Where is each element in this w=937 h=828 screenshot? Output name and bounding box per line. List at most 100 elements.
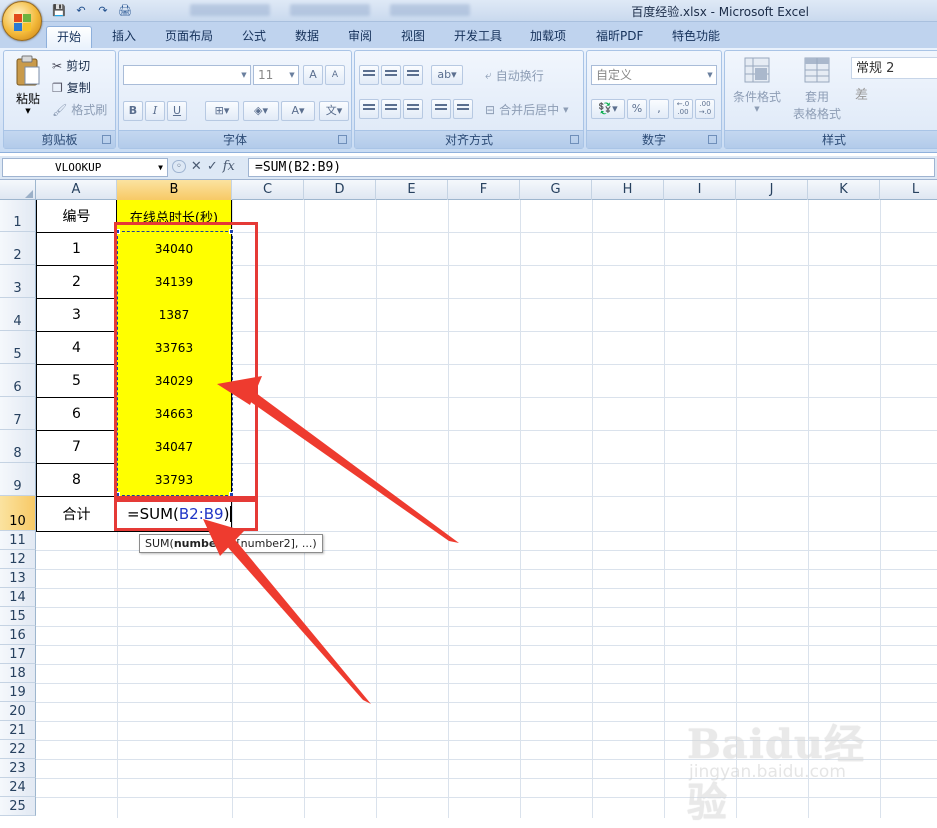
underline-button[interactable]: U — [167, 101, 187, 121]
wrap-text-button[interactable]: ⤶ 自动换行 — [485, 67, 544, 84]
increase-indent-button[interactable] — [453, 99, 473, 119]
row-header-9[interactable]: 9 — [0, 463, 36, 496]
row-header-21[interactable]: 21 — [0, 721, 36, 740]
tab-foxit-pdf[interactable]: 福昕PDF — [586, 26, 653, 48]
row-header-4[interactable]: 4 — [0, 298, 36, 331]
cell-a3[interactable]: 2 — [36, 265, 117, 299]
grow-font-button[interactable]: A — [303, 65, 323, 85]
align-middle-button[interactable] — [381, 65, 401, 85]
chevron-down-icon[interactable]: ▼ — [158, 159, 163, 176]
borders-button[interactable]: ⊞▾ — [205, 101, 239, 121]
row-header-10[interactable]: 10 — [0, 496, 36, 531]
row-header-1[interactable]: 1 — [0, 200, 36, 232]
tab-formulas[interactable]: 公式 — [232, 26, 276, 48]
paste-button[interactable]: 粘贴 ▼ — [10, 55, 46, 125]
row-header-14[interactable]: 14 — [0, 588, 36, 607]
cell-a6[interactable]: 5 — [36, 364, 117, 398]
column-header-j[interactable]: J — [736, 180, 808, 200]
enter-icon[interactable]: ✓ — [207, 159, 218, 174]
column-header-f[interactable]: F — [448, 180, 520, 200]
row-header-8[interactable]: 8 — [0, 430, 36, 463]
row-header-23[interactable]: 23 — [0, 759, 36, 778]
column-header-c[interactable]: C — [232, 180, 304, 200]
italic-button[interactable]: I — [145, 101, 165, 121]
insert-function-icon[interactable]: fx — [223, 159, 235, 174]
number-launcher-icon[interactable] — [708, 135, 717, 144]
phonetic-button[interactable]: 文▾ — [319, 101, 349, 121]
tab-addins[interactable]: 加载项 — [520, 26, 576, 48]
orientation-button[interactable]: ab▾ — [431, 65, 463, 85]
align-center-button[interactable] — [381, 99, 401, 119]
fill-color-button[interactable]: ◈▾ — [243, 101, 279, 121]
number-format-combo[interactable]: 自定义 ▼ — [591, 65, 717, 85]
copy-button[interactable]: ❐ 复制 — [52, 79, 91, 96]
shrink-font-button[interactable]: A — [325, 65, 345, 85]
cell-a5[interactable]: 4 — [36, 331, 117, 365]
row-header-25[interactable]: 25 — [0, 797, 36, 816]
font-size-combo[interactable]: 11 ▼ — [253, 65, 299, 85]
row-header-11[interactable]: 11 — [0, 531, 36, 550]
row-header-7[interactable]: 7 — [0, 397, 36, 430]
row-header-17[interactable]: 17 — [0, 645, 36, 664]
cell-a4[interactable]: 3 — [36, 298, 117, 332]
formula-input[interactable]: =SUM(B2:B9) — [248, 158, 935, 177]
row-header-15[interactable]: 15 — [0, 607, 36, 626]
column-header-k[interactable]: K — [808, 180, 880, 200]
tab-home[interactable]: 开始 — [46, 26, 92, 48]
cell-a2[interactable]: 1 — [36, 232, 117, 266]
tab-review[interactable]: 审阅 — [338, 26, 382, 48]
increase-decimal-button[interactable]: ←.0.00 — [673, 99, 693, 119]
clipboard-launcher-icon[interactable] — [102, 135, 111, 144]
name-box[interactable]: VLOOKUP ▼ — [2, 158, 168, 177]
decrease-indent-button[interactable] — [431, 99, 451, 119]
cell-a7[interactable]: 6 — [36, 397, 117, 431]
font-name-combo[interactable]: ▼ — [123, 65, 251, 85]
percent-button[interactable]: % — [627, 99, 647, 119]
function-argument-tooltip[interactable]: SUM(number1, [number2], ...) — [139, 534, 323, 553]
cell-a8[interactable]: 7 — [36, 430, 117, 464]
office-button[interactable] — [2, 1, 42, 41]
format-painter-button[interactable]: 🖌 格式刷 — [52, 101, 107, 118]
cell-a1[interactable]: 编号 — [36, 200, 117, 233]
cell-a10[interactable]: 合计 — [36, 496, 117, 532]
conditional-formatting-button[interactable]: 条件格式 ▼ — [729, 55, 785, 125]
tab-view[interactable]: 视图 — [391, 26, 435, 48]
row-header-13[interactable]: 13 — [0, 569, 36, 588]
row-header-6[interactable]: 6 — [0, 364, 36, 397]
align-right-button[interactable] — [403, 99, 423, 119]
row-header-19[interactable]: 19 — [0, 683, 36, 702]
column-header-d[interactable]: D — [304, 180, 376, 200]
row-header-12[interactable]: 12 — [0, 550, 36, 569]
row-header-3[interactable]: 3 — [0, 265, 36, 298]
cut-button[interactable]: ✂ 剪切 — [52, 57, 90, 74]
merge-center-button[interactable]: ⊟ 合并后居中 ▼ — [485, 101, 568, 118]
column-header-h[interactable]: H — [592, 180, 664, 200]
cancel-icon[interactable]: ✕ — [191, 159, 202, 174]
row-header-2[interactable]: 2 — [0, 232, 36, 265]
column-header-a[interactable]: A — [36, 180, 117, 200]
formula-bar-resize-icon[interactable]: ◦ — [172, 160, 186, 173]
column-header-g[interactable]: G — [520, 180, 592, 200]
align-top-button[interactable] — [359, 65, 379, 85]
column-header-b[interactable]: B — [117, 180, 232, 200]
row-header-18[interactable]: 18 — [0, 664, 36, 683]
row-header-24[interactable]: 24 — [0, 778, 36, 797]
format-as-table-button[interactable]: 套用 表格格式 — [787, 55, 847, 125]
cell-style-bad[interactable]: 差 — [851, 85, 937, 107]
decrease-decimal-button[interactable]: .00→.0 — [695, 99, 715, 119]
font-color-button[interactable]: A▾ — [281, 101, 315, 121]
tab-insert[interactable]: 插入 — [102, 26, 146, 48]
row-header-5[interactable]: 5 — [0, 331, 36, 364]
alignment-launcher-icon[interactable] — [570, 135, 579, 144]
column-header-l[interactable]: L — [880, 180, 937, 200]
align-left-button[interactable] — [359, 99, 379, 119]
tab-developer[interactable]: 开发工具 — [444, 26, 512, 48]
cell-a9[interactable]: 8 — [36, 463, 117, 497]
align-bottom-button[interactable] — [403, 65, 423, 85]
paste-dropdown-icon[interactable]: ▼ — [10, 107, 46, 115]
comma-button[interactable]: , — [649, 99, 669, 119]
currency-button[interactable]: 💱▾ — [591, 99, 625, 119]
column-header-i[interactable]: I — [664, 180, 736, 200]
tab-special-features[interactable]: 特色功能 — [662, 26, 730, 48]
tab-page-layout[interactable]: 页面布局 — [155, 26, 223, 48]
